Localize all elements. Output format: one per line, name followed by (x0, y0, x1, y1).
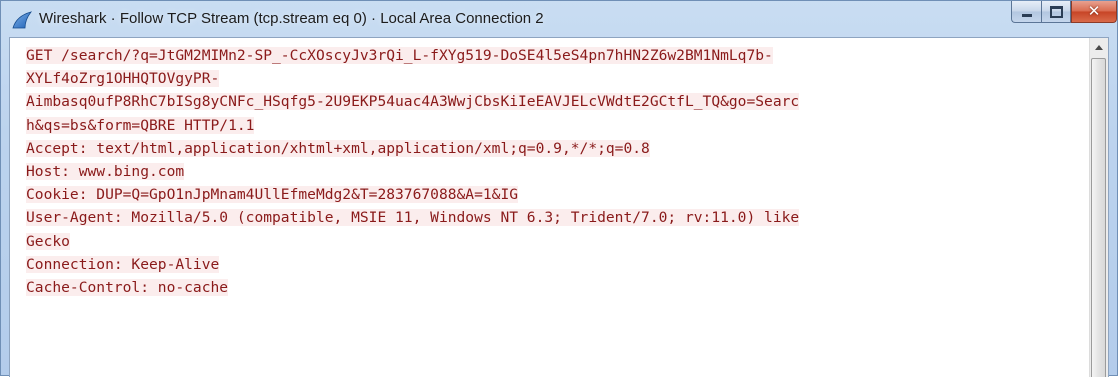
stream-line: Aimbasq0ufP8RhC7bISg8yCNFc_HSqfg5-2U9EKP… (26, 93, 800, 111)
wireshark-fin-icon (11, 11, 33, 29)
maximize-icon (1049, 5, 1063, 18)
scroll-thumb[interactable] (1091, 58, 1106, 377)
minimize-button[interactable] (1011, 1, 1041, 23)
scroll-up-arrow-icon[interactable] (1090, 38, 1108, 56)
stream-line: h&qs=bs&form=QBRE HTTP/1.1 (26, 116, 255, 134)
minimize-icon (1021, 13, 1032, 17)
title-bar[interactable]: Wireshark · Follow TCP Stream (tcp.strea… (1, 1, 1117, 37)
maximize-button[interactable] (1041, 1, 1071, 23)
stream-line: Gecko (26, 232, 70, 250)
stream-line: Cookie: DUP=Q=GpO1nJpMnam4UllEfmeMdg2&T=… (26, 186, 519, 204)
stream-line: User-Agent: Mozilla/5.0 (compatible, MSI… (26, 209, 800, 227)
window-title: Wireshark · Follow TCP Stream (tcp.strea… (39, 10, 544, 27)
stream-line: Cache-Control: no-cache (26, 279, 229, 297)
stream-line: XYLf4oZrg1OHHQTOVgyPR- (26, 70, 220, 88)
close-button[interactable]: ✕ (1071, 1, 1117, 23)
wireshark-follow-stream-window: Wireshark · Follow TCP Stream (tcp.strea… (0, 0, 1118, 377)
tcp-stream-text[interactable]: GET /search/?q=JtGM2MIMn2-SP_-CcXOscyJv3… (10, 38, 1090, 377)
stream-line: Host: www.bing.com (26, 163, 185, 181)
close-icon: ✕ (1087, 2, 1101, 20)
stream-line: Accept: text/html,application/xhtml+xml,… (26, 139, 650, 157)
stream-line: GET /search/?q=JtGM2MIMn2-SP_-CcXOscyJv3… (26, 47, 773, 64)
stream-content-pane: GET /search/?q=JtGM2MIMn2-SP_-CcXOscyJv3… (9, 37, 1109, 377)
caption-buttons: ✕ (1011, 1, 1117, 23)
stream-line: Connection: Keep-Alive (26, 255, 220, 273)
vertical-scrollbar[interactable] (1089, 38, 1108, 377)
